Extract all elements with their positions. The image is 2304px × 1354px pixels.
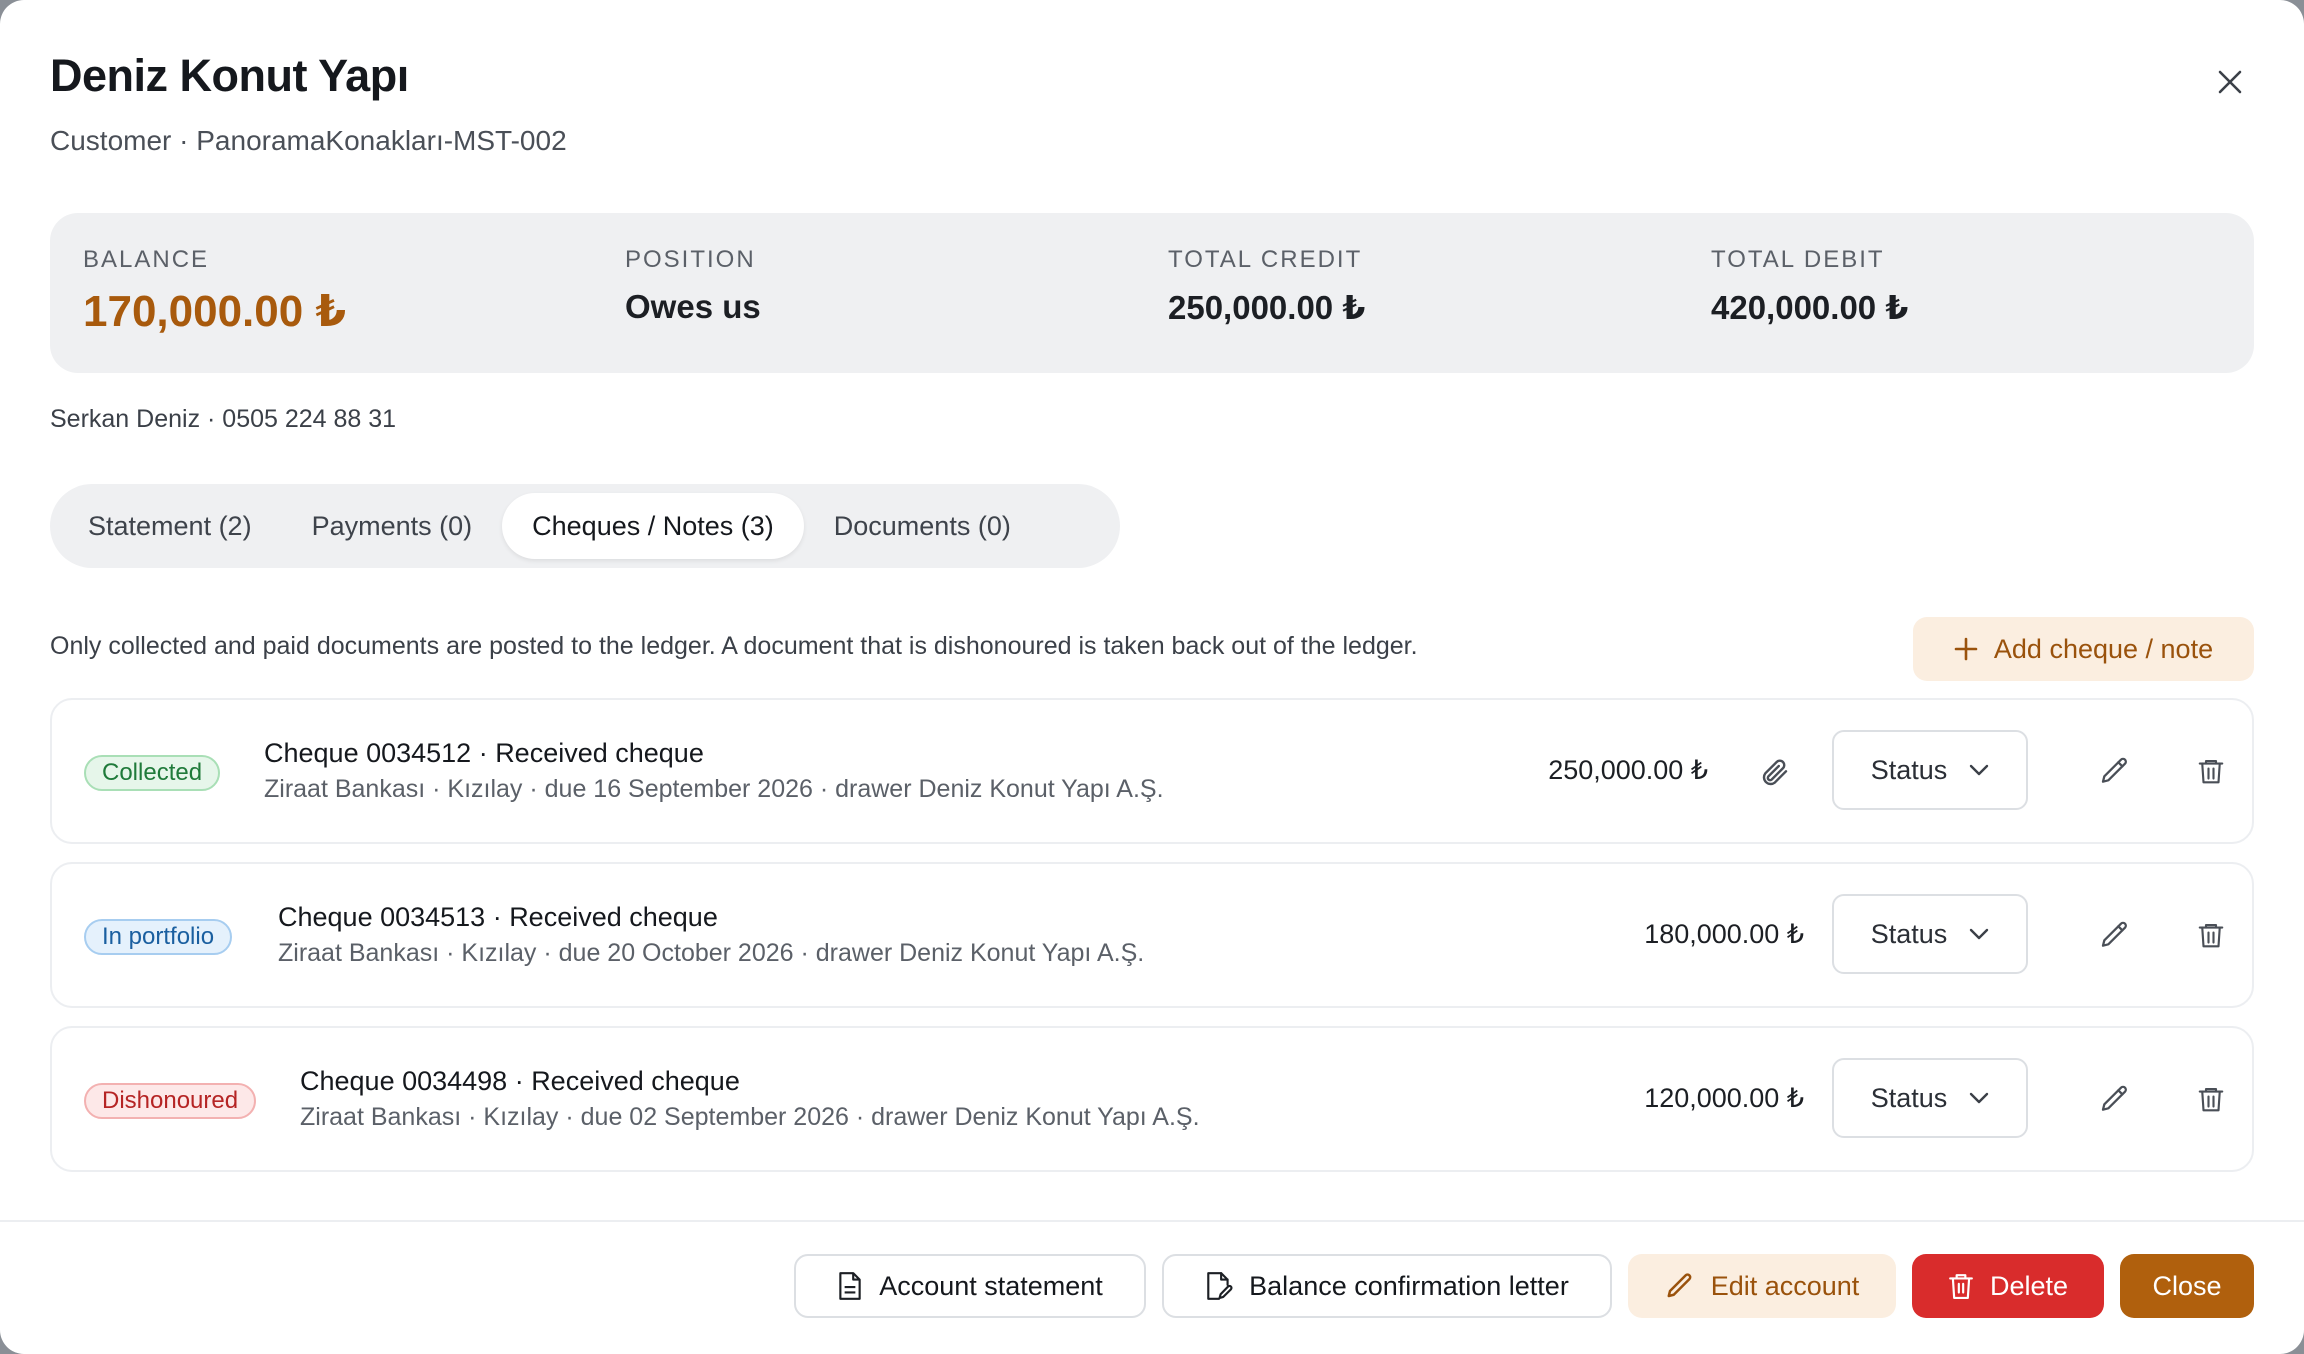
status-dropdown[interactable]: Status — [1832, 730, 2028, 810]
status-dropdown[interactable]: Status — [1832, 894, 2028, 974]
document-edit-icon — [1205, 1271, 1233, 1301]
tab-payments[interactable]: Payments (0) — [282, 493, 503, 559]
add-cheque-label: Add cheque / note — [1993, 633, 2214, 664]
status-badge: In portfolio — [84, 919, 233, 955]
pencil-icon — [1665, 1271, 1695, 1301]
close-button[interactable]: Close — [2120, 1254, 2254, 1318]
cheque-details: Ziraat Bankası · Kızılay · due 16 Septem… — [264, 775, 1164, 803]
total-debit-label: TOTAL DEBIT — [1711, 246, 1885, 273]
add-cheque-button[interactable]: Add cheque / note — [1913, 617, 2254, 681]
delete-label: Delete — [1989, 1270, 2069, 1301]
cheque-title: Cheque 0034512 · Received cheque — [264, 738, 704, 768]
balance-summary: BALANCE 170,000.00 ₺ POSITION Owes us TO… — [50, 213, 2254, 373]
chevron-down-icon — [1969, 928, 1989, 940]
trash-icon — [1948, 1271, 1974, 1301]
edit-icon[interactable] — [2092, 748, 2138, 794]
account-detail-modal: Deniz Konut Yapı Customer · PanoramaKona… — [0, 0, 2304, 1354]
status-dropdown-label: Status — [1870, 1082, 1948, 1113]
chevron-down-icon — [1969, 764, 1989, 776]
tab-documents[interactable]: Documents (0) — [804, 493, 1041, 559]
total-debit-value: 420,000.00 ₺ — [1711, 289, 1909, 326]
balance-label: BALANCE — [83, 246, 210, 273]
trash-icon[interactable] — [2188, 912, 2234, 958]
contact-info: Serkan Deniz · 0505 224 88 31 — [50, 405, 397, 433]
status-badge: Collected — [84, 755, 221, 791]
cheque-title: Cheque 0034513 · Received cheque — [278, 902, 718, 932]
status-dropdown-label: Status — [1870, 918, 1948, 949]
ledger-notice: Only collected and paid documents are po… — [50, 632, 1418, 660]
status-badge: Dishonoured — [84, 1083, 257, 1119]
footer-divider — [0, 1220, 2304, 1222]
cheque-row: Dishonoured Cheque 0034498 · Received ch… — [50, 1026, 2254, 1172]
balance-stat: BALANCE 170,000.00 ₺ — [83, 246, 346, 337]
edit-account-button[interactable]: Edit account — [1628, 1254, 1896, 1318]
cheque-details: Ziraat Bankası · Kızılay · due 02 Septem… — [300, 1103, 1200, 1131]
account-statement-button[interactable]: Account statement — [794, 1254, 1146, 1318]
delete-button[interactable]: Delete — [1912, 1254, 2104, 1318]
balance-confirmation-button[interactable]: Balance confirmation letter — [1162, 1254, 1612, 1318]
close-icon[interactable] — [2210, 62, 2250, 102]
tab-cheques-notes[interactable]: Cheques / Notes (3) — [502, 493, 804, 559]
tab-statement[interactable]: Statement (2) — [58, 493, 282, 559]
plus-icon — [1954, 637, 1978, 661]
balance-confirmation-label: Balance confirmation letter — [1249, 1270, 1569, 1301]
cheque-amount: 250,000.00 ₺ — [1548, 755, 1708, 785]
status-dropdown-label: Status — [1870, 754, 1948, 785]
paperclip-icon[interactable] — [1752, 750, 1796, 794]
balance-value: 170,000.00 ₺ — [83, 287, 347, 336]
total-debit-stat: TOTAL DEBIT 420,000.00 ₺ — [1711, 246, 1908, 327]
total-credit-stat: TOTAL CREDIT 250,000.00 ₺ — [1168, 246, 1365, 327]
close-label: Close — [2152, 1270, 2222, 1301]
position-stat: POSITION Owes us — [625, 246, 761, 326]
position-label: POSITION — [625, 246, 756, 273]
tab-bar: Statement (2) Payments (0) Cheques / Not… — [50, 484, 1120, 568]
cheque-amount: 180,000.00 ₺ — [1644, 919, 1804, 949]
trash-icon[interactable] — [2188, 748, 2234, 794]
edit-icon[interactable] — [2092, 1076, 2138, 1122]
cheque-amount: 120,000.00 ₺ — [1644, 1083, 1804, 1113]
cheque-details: Ziraat Bankası · Kızılay · due 20 Octobe… — [278, 939, 1145, 967]
position-value: Owes us — [625, 288, 761, 325]
page-title: Deniz Konut Yapı — [50, 50, 409, 101]
status-dropdown[interactable]: Status — [1832, 1058, 2028, 1138]
total-credit-value: 250,000.00 ₺ — [1168, 289, 1366, 326]
cheque-title: Cheque 0034498 · Received cheque — [300, 1066, 740, 1096]
cheque-row: In portfolio Cheque 0034513 · Received c… — [50, 862, 2254, 1008]
account-statement-label: Account statement — [879, 1270, 1103, 1301]
account-subtitle: Customer · PanoramaKonakları-MST-002 — [50, 125, 567, 156]
trash-icon[interactable] — [2188, 1076, 2234, 1122]
total-credit-label: TOTAL CREDIT — [1168, 246, 1363, 273]
edit-icon[interactable] — [2092, 912, 2138, 958]
document-icon — [837, 1271, 863, 1301]
edit-account-label: Edit account — [1710, 1270, 1860, 1301]
cheque-row: Collected Cheque 0034512 · Received cheq… — [50, 698, 2254, 844]
chevron-down-icon — [1969, 1092, 1989, 1104]
